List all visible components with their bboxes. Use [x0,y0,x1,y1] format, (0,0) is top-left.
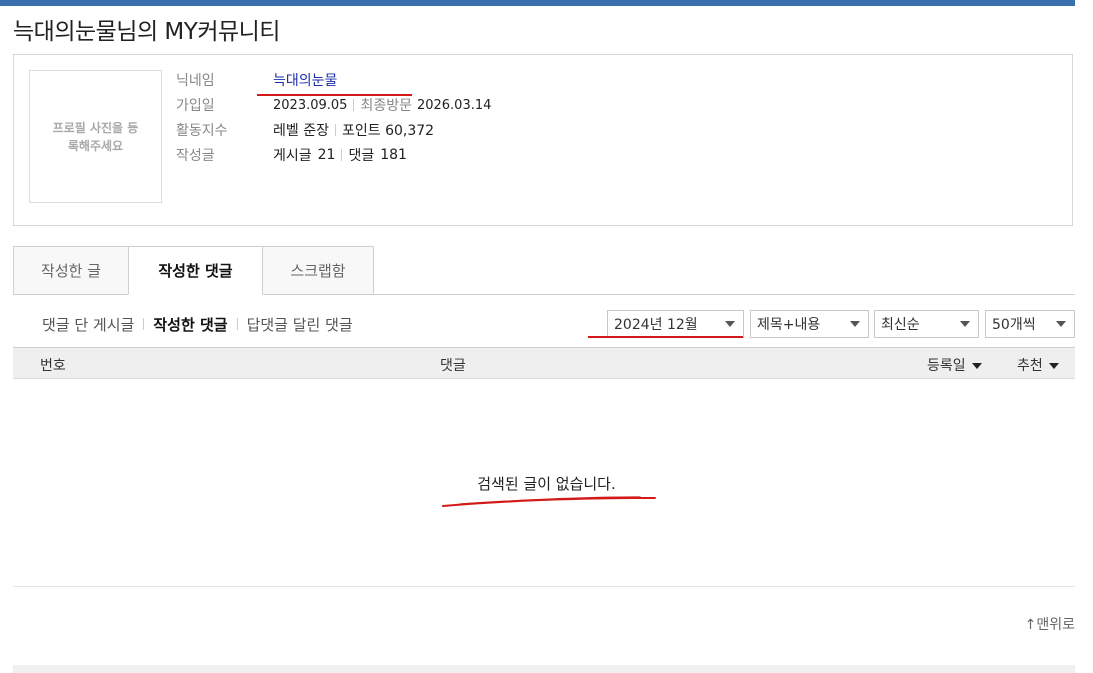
chevron-down-icon [960,321,970,327]
annotation-underline-month [588,336,743,338]
posts-label: 작성글 [176,148,215,164]
divider [236,318,238,330]
posts-row: 작성글 게시글 21 댓글 181 [176,144,407,166]
chevron-down-icon [1056,321,1066,327]
col-comment: 댓글 [440,358,466,374]
join-row: 가입일 2023.09.05 최종방문 2026.03.14 [176,94,491,116]
divider [143,318,145,330]
profile-photo-placeholder[interactable]: 프로필 사진을 등록해주세요 [29,70,162,203]
month-select-value: 2024년 12월 [614,317,698,333]
search-scope-select[interactable]: 제목+내용 [750,310,869,338]
level-value: 레벨 준장 [273,123,329,139]
tab-label: 작성한 글 [41,262,101,280]
nickname-label: 닉네임 [176,73,215,89]
col-number: 번호 [40,358,66,374]
activity-label: 활동지수 [176,123,228,139]
activity-row: 활동지수 레벨 준장 포인트 60,372 [176,119,434,141]
subnav-written-comments[interactable]: 작성한 댓글 [153,314,227,335]
page-title: 늑대의눈물님의 MY커뮤니티 [13,19,280,45]
col-date-sort[interactable]: 등록일 [927,355,982,375]
join-date: 2023.09.05 [273,97,348,113]
col-recommend-sort[interactable]: 추천 [1017,355,1059,375]
back-to-top-link[interactable]: ↑맨위로 [1025,614,1075,634]
page-size-value: 50개씩 [992,317,1036,333]
empty-message: 검색된 글이 없습니다. [477,475,616,493]
post-label: 게시글 [273,148,312,164]
tab-label: 스크랩함 [290,262,346,280]
last-visit-date: 2026.03.14 [416,97,492,113]
month-select[interactable]: 2024년 12월 [607,310,744,338]
comment-count[interactable]: 181 [380,147,407,163]
annotation-underline-empty [442,496,656,507]
points-value: 포인트 60,372 [341,123,435,139]
col-date: 등록일 [927,358,966,374]
nickname-row: 닉네임 늑대의눈물 [176,69,337,91]
tab-scrapbook[interactable]: 스크랩함 [262,246,374,295]
comment-label: 댓글 [348,148,375,164]
search-scope-value: 제목+내용 [757,317,821,333]
sort-value: 최신순 [881,317,920,333]
top-accent-bar [0,0,1075,6]
post-count[interactable]: 21 [318,147,336,163]
join-label: 가입일 [176,98,215,114]
subnav-replied-comments[interactable]: 답댓글 달린 댓글 [247,314,353,335]
page-size-select[interactable]: 50개씩 [985,310,1075,338]
sort-down-icon [971,363,982,369]
sort-down-icon [1048,363,1059,369]
col-recommend: 추천 [1017,358,1043,374]
photo-placeholder-text: 프로필 사진을 등록해주세요 [52,120,139,153]
chevron-down-icon [850,321,860,327]
last-visit-label: 최종방문 [360,98,412,114]
content-bottom-divider [13,586,1075,587]
subnav-commented-posts[interactable]: 댓글 단 게시글 [42,314,134,335]
sort-select[interactable]: 최신순 [874,310,979,338]
tab-label: 작성한 댓글 [158,262,233,280]
tab-written-comments[interactable]: 작성한 댓글 [128,246,263,295]
divider [341,149,343,161]
divider [353,99,355,111]
footer-bar [13,665,1075,673]
sub-navigation: 댓글 단 게시글 작성한 댓글 답댓글 달린 댓글 [42,313,353,335]
chevron-down-icon [725,321,735,327]
table-header: 번호 댓글 등록일 추천 [13,347,1075,379]
divider [334,124,336,136]
tab-written-posts[interactable]: 작성한 글 [13,246,129,295]
annotation-underline-nickname [257,94,412,96]
profile-box: 프로필 사진을 등록해주세요 닉네임 늑대의눈물 가입일 2023.09.05 … [13,54,1073,226]
nickname-value[interactable]: 늑대의눈물 [273,70,337,90]
